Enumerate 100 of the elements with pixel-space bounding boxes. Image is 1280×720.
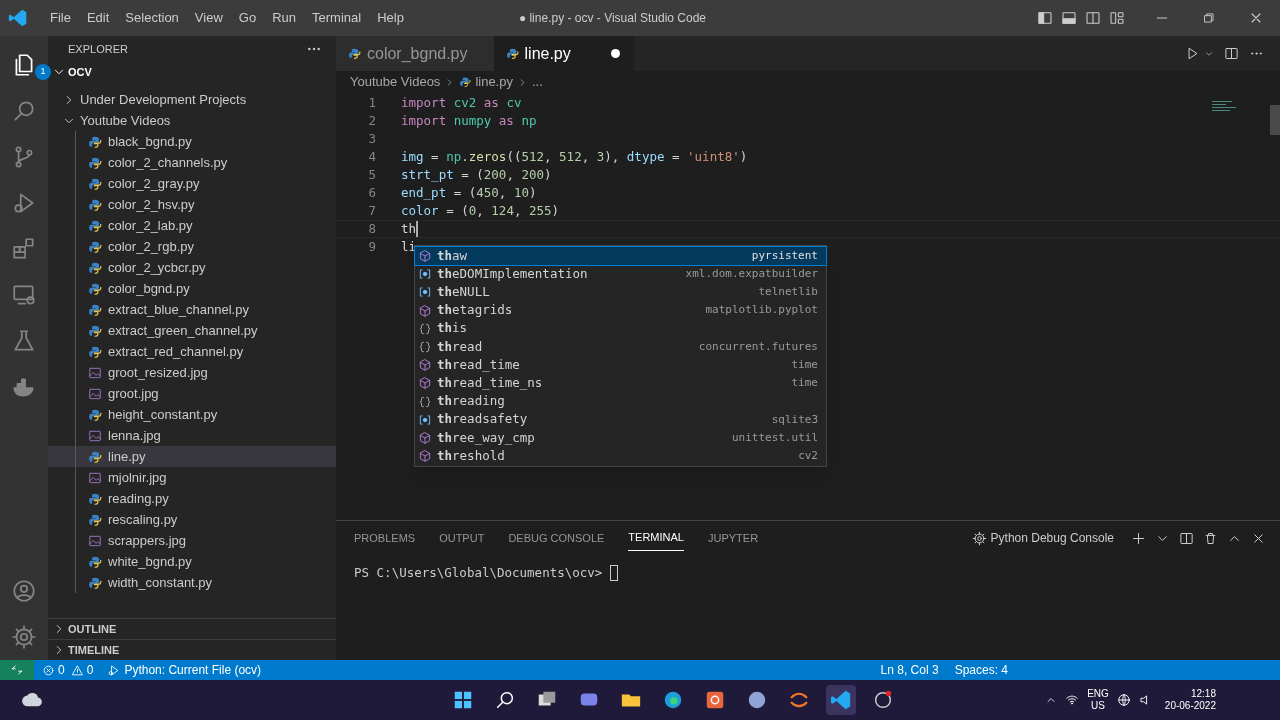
suggestion-item[interactable]: thaw pyrsistent [415, 247, 826, 266]
braces-icon [418, 340, 432, 355]
python-file-icon [88, 512, 102, 527]
line-number: 1 [367, 93, 376, 112]
menu-item[interactable]: Go [230, 4, 265, 32]
suggestion-item[interactable]: three_way_cmp unittest.util [415, 428, 826, 448]
explorer-entry[interactable]: color_2_rgb.py [48, 236, 336, 257]
image-file-icon [88, 533, 102, 548]
line-number: 4 [367, 147, 376, 166]
suggestion-item[interactable]: theDOMImplementation xml.dom.expatbuilder [415, 265, 826, 284]
suggestion-item[interactable]: thetagrids matplotlib.pyplot [415, 301, 826, 320]
restore-icon[interactable] [1202, 11, 1216, 25]
suggestion-item[interactable]: threadsafety sqlite3 [415, 410, 826, 429]
scrollbar-thumb[interactable] [1270, 105, 1280, 135]
status-item[interactable]: Python: Current File (ocv) [124, 661, 262, 679]
menu-item[interactable]: Edit [78, 4, 118, 32]
python-file-icon [88, 239, 102, 254]
section-header[interactable]: OUTLINE [48, 618, 336, 639]
explorer-entry[interactable]: color_2_ycbcr.py [48, 257, 336, 278]
suggestion-item[interactable]: thread_time time [415, 356, 826, 375]
python-file-icon [88, 134, 102, 149]
extensions-icon[interactable] [11, 236, 37, 262]
explorer-entry[interactable]: lenna.jpg [48, 425, 336, 446]
explorer-entry[interactable]: color_2_channels.py [48, 152, 336, 173]
remote-explorer-icon[interactable] [11, 282, 37, 308]
network-icon[interactable] [1065, 693, 1080, 707]
menu-item[interactable]: File [42, 4, 79, 32]
explorer-entry[interactable]: extract_red_channel.py [48, 341, 336, 362]
status-item[interactable]: Ln 8, Col 3 [880, 661, 939, 679]
code-line: li [401, 237, 417, 256]
suggestion-item[interactable]: thread concurrent.futures [415, 337, 826, 357]
code-editor-app-icon[interactable] [826, 685, 856, 715]
python-file-icon [505, 47, 519, 60]
split-editor-icon[interactable] [1224, 46, 1239, 61]
new-terminal-icon[interactable] [1131, 530, 1146, 546]
explorer-entry[interactable]: height_constant.py [48, 404, 336, 425]
problems-status[interactable]: 0 0 [42, 661, 94, 679]
input-language[interactable]: ENG US [1087, 688, 1109, 712]
suggestion-item[interactable]: theNULL telnetlib [415, 283, 826, 302]
image-file-icon [88, 365, 102, 380]
customize-layout-icon[interactable] [1108, 10, 1126, 26]
explorer-entry[interactable]: black_bgnd.py [48, 131, 336, 152]
suggestion-item[interactable]: threading [415, 392, 826, 411]
explorer-entry[interactable]: white_bgnd.py [48, 551, 336, 572]
panel-tab[interactable]: TERMINAL [628, 525, 684, 551]
explorer-entry[interactable]: color_bgnd.py [48, 278, 336, 299]
suggestion-item[interactable]: threshold cv2 [415, 447, 826, 466]
explorer-entry[interactable]: reading.py [48, 488, 336, 509]
suggestion-item[interactable]: this [415, 319, 826, 338]
panel-tab[interactable]: JUPYTER [707, 525, 759, 551]
terminal-selector[interactable]: Python Debug Console [990, 529, 1114, 547]
status-item[interactable]: Spaces: 4 [954, 661, 1008, 679]
breadcrumb-item[interactable]: Youtube Videos [350, 72, 441, 92]
terminal-prompt: PS C:\Users\Global\Documents\ocv> [354, 564, 604, 582]
folder-entry[interactable]: Under Development Projects [48, 89, 336, 110]
split-terminal-icon[interactable] [1179, 530, 1194, 546]
panel-tab[interactable]: OUTPUT [439, 525, 485, 551]
account-icon[interactable] [11, 578, 37, 604]
settings-icon[interactable] [11, 624, 37, 650]
suggestion-item[interactable]: thread_time_ns time [415, 374, 826, 393]
folder-header[interactable]: OCV [48, 61, 336, 83]
breadcrumb-item[interactable]: ... [531, 72, 543, 92]
window-title: ● line.py - ocv - Visual Studio Code [518, 10, 706, 27]
explorer-entry[interactable]: mjolnir.jpg [48, 467, 336, 488]
explorer-entry[interactable]: groot.jpg [48, 383, 336, 404]
code-line: img = np.zeros((512, 512, 3), dtype = 'uint8') [401, 147, 748, 166]
panel-tab[interactable]: PROBLEMS [354, 525, 416, 551]
explorer-entry[interactable]: rescaling.py [48, 509, 336, 530]
menu-item[interactable]: View [186, 4, 231, 32]
code-line: strt_pt = (200, 200) [401, 165, 552, 184]
editor-tab[interactable]: line.py [493, 36, 634, 71]
globe-icon[interactable] [1116, 693, 1131, 707]
image-file-icon [88, 386, 102, 401]
explorer-entry[interactable]: color_2_hsv.py [48, 194, 336, 215]
explorer-entry[interactable]: width_constant.py [48, 572, 336, 593]
image-file-icon [88, 428, 102, 443]
folder-entry[interactable]: Youtube Videos [48, 110, 336, 131]
menu-item[interactable]: Help [369, 4, 412, 32]
panel-toggle-icon[interactable] [1060, 10, 1078, 26]
code-line: end_pt = (450, 10) [401, 183, 537, 202]
menu-item[interactable]: Terminal [304, 4, 370, 32]
split-layout-icon[interactable] [1084, 10, 1102, 26]
editor-tab[interactable]: color_bgnd.py [336, 36, 494, 71]
explorer-entry[interactable]: color_2_lab.py [48, 215, 336, 236]
python-file-icon [88, 281, 102, 296]
clock[interactable]: 12:18 20-06-2022 [1164, 688, 1216, 712]
breadcrumb-item[interactable]: line.py [475, 72, 513, 92]
explorer-entry[interactable]: line.py [48, 446, 336, 467]
panel-tab[interactable]: DEBUG CONSOLE [508, 525, 605, 551]
menu-item[interactable]: Selection [117, 4, 187, 32]
explorer-entry[interactable]: color_2_gray.py [48, 173, 336, 194]
remote-icon[interactable] [10, 663, 24, 677]
explorer-entry[interactable]: groot_resized.jpg [48, 362, 336, 383]
explorer-entry[interactable]: scrappers.jpg [48, 530, 336, 551]
code-line: import numpy as np [401, 111, 537, 130]
explorer-entry[interactable]: extract_green_channel.py [48, 320, 336, 341]
trash-icon[interactable] [1203, 530, 1218, 546]
sidebar-toggle-icon[interactable] [1036, 10, 1054, 26]
menu-item[interactable]: Run [264, 4, 304, 32]
explorer-entry[interactable]: extract_blue_channel.py [48, 299, 336, 320]
